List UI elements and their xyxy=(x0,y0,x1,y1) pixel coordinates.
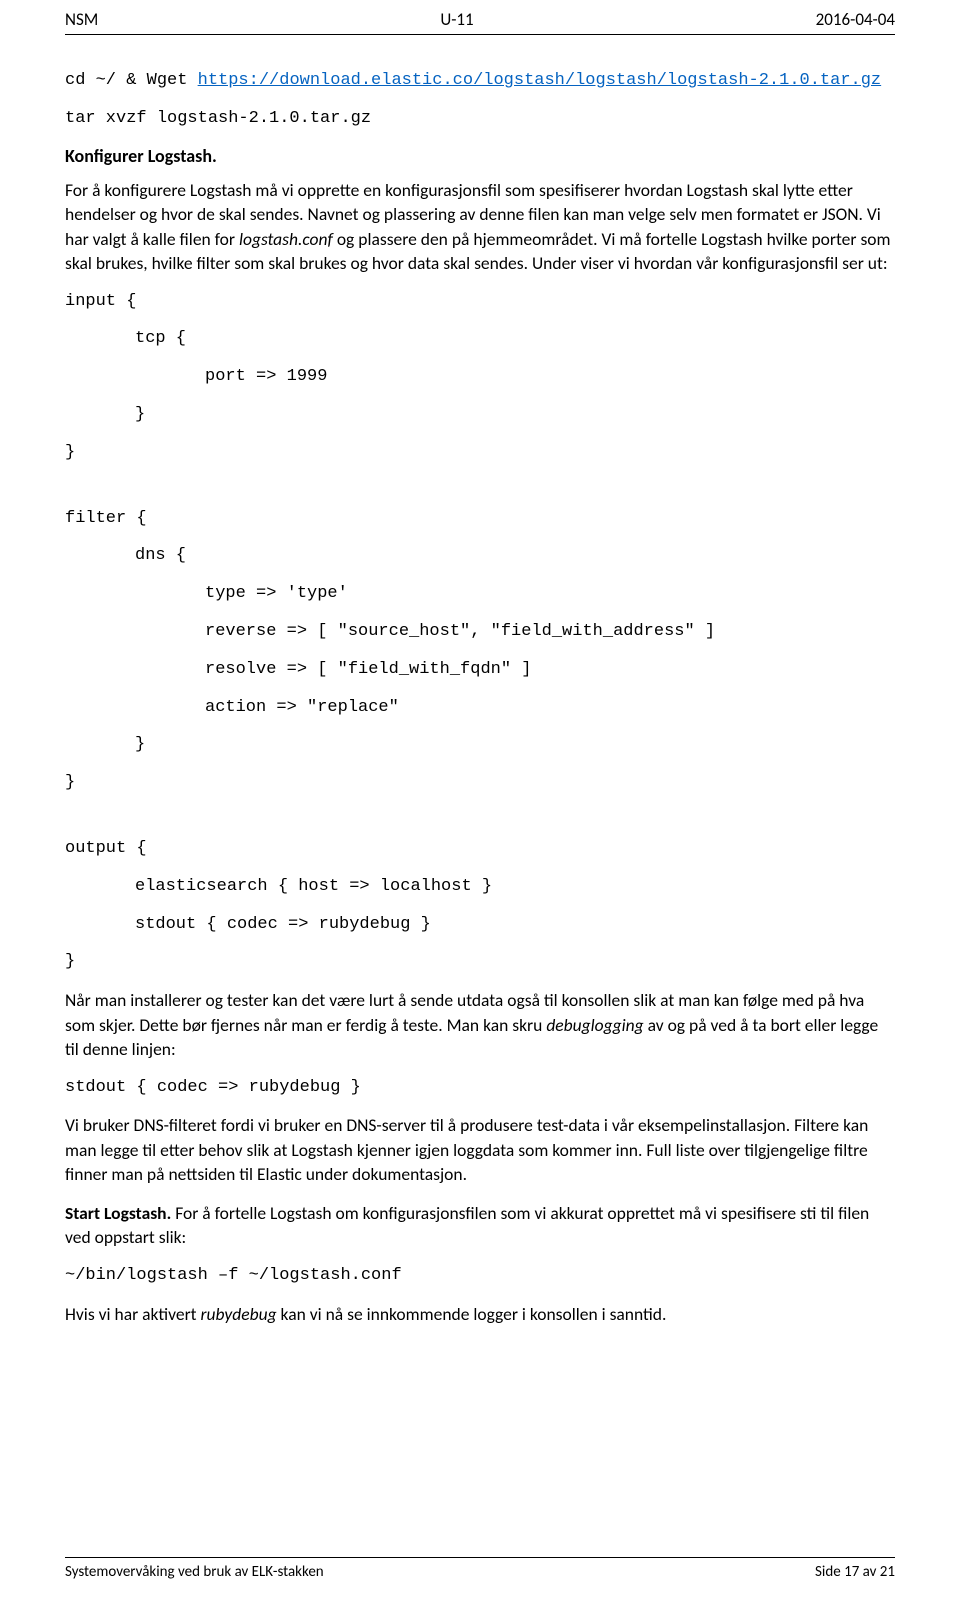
out-l1-wrap: elasticsearch { host => localhost } xyxy=(65,875,895,899)
start-title: Start Logstash. xyxy=(65,1202,175,1224)
para2-italic: debuglogging xyxy=(546,1014,643,1036)
output-close: } xyxy=(65,950,895,974)
dns-open: dns { xyxy=(65,544,895,568)
footer-right: Side 17 av 21 xyxy=(815,1562,895,1583)
input-open: input { xyxy=(65,290,895,314)
paragraph-3: Vi bruker DNS-filteret fordi vi bruker e… xyxy=(65,1113,895,1187)
port-line-wrap: port => 1999 xyxy=(65,365,895,389)
dns-l3: resolve => [ "field_with_fqdn" ] xyxy=(65,658,895,682)
paragraph-2: Når man installerer og tester kan det væ… xyxy=(65,988,895,1062)
dns-l2: reverse => [ "source_host", "field_with_… xyxy=(65,620,895,644)
para5-italic: rubydebug xyxy=(201,1303,277,1325)
filter-open: filter { xyxy=(65,507,895,531)
filter-close: } xyxy=(65,771,895,795)
input-close: } xyxy=(65,441,895,465)
tcp-close-wrap: } xyxy=(65,403,895,427)
tcp-open: tcp { xyxy=(65,327,895,351)
out-l2: stdout { codec => rubydebug } xyxy=(65,913,895,937)
cmd-prefix: cd ~/ & Wget xyxy=(65,71,198,90)
para5-pre: Hvis vi har aktivert xyxy=(65,1303,201,1325)
page-content: cd ~/ & Wget https://download.elastic.co… xyxy=(0,35,960,1386)
output-open: output { xyxy=(65,837,895,861)
dns-l3-wrap: resolve => [ "field_with_fqdn" ] xyxy=(65,658,895,682)
header-left: NSM xyxy=(65,8,98,32)
dns-l1: type => 'type' xyxy=(65,582,895,606)
dns-open-wrap: dns { xyxy=(65,544,895,568)
para5-post: kan vi nå se innkommende logger i konsol… xyxy=(277,1303,667,1325)
stdout-line: stdout { codec => rubydebug } xyxy=(65,1076,895,1100)
dns-close-wrap: } xyxy=(65,733,895,757)
paragraph-4: For å fortelle Logstash om konfigurasjon… xyxy=(65,1202,869,1249)
page-footer: Systemovervåking ved bruk av ELK-stakken… xyxy=(65,1557,895,1583)
brace-close-2: } xyxy=(65,733,895,757)
paragraph-5: Hvis vi har aktivert rubydebug kan vi nå… xyxy=(65,1302,895,1327)
dns-l4: action => "replace" xyxy=(65,696,895,720)
tcp-open-wrap: tcp { xyxy=(65,327,895,351)
footer-left: Systemovervåking ved bruk av ELK-stakken xyxy=(65,1562,324,1583)
konfigurer-title: Konfigurer Logstash. xyxy=(65,144,895,169)
command-line-2: tar xvzf logstash-2.1.0.tar.gz xyxy=(65,107,895,131)
out-l1: elasticsearch { host => localhost } xyxy=(65,875,895,899)
out-l2-wrap: stdout { codec => rubydebug } xyxy=(65,913,895,937)
dns-l4-wrap: action => "replace" xyxy=(65,696,895,720)
start-cmd: ~/bin/logstash –f ~/logstash.conf xyxy=(65,1264,895,1288)
para1-italic: logstash.conf xyxy=(239,228,337,250)
header-center: U-11 xyxy=(440,8,473,32)
dns-l1-wrap: type => 'type' xyxy=(65,582,895,606)
download-link[interactable]: https://download.elastic.co/logstash/log… xyxy=(198,71,882,90)
page-header: NSM U-11 2016-04-04 xyxy=(65,0,895,35)
dns-l2-wrap: reverse => [ "source_host", "field_with_… xyxy=(65,620,895,644)
port-line: port => 1999 xyxy=(65,365,895,389)
brace-close-1: } xyxy=(65,403,895,427)
header-right: 2016-04-04 xyxy=(816,8,895,32)
paragraph-4-wrap: Start Logstash. For å fortelle Logstash … xyxy=(65,1201,895,1250)
command-line-1: cd ~/ & Wget https://download.elastic.co… xyxy=(65,69,895,93)
paragraph-1: For å konfigurere Logstash må vi opprett… xyxy=(65,178,895,276)
